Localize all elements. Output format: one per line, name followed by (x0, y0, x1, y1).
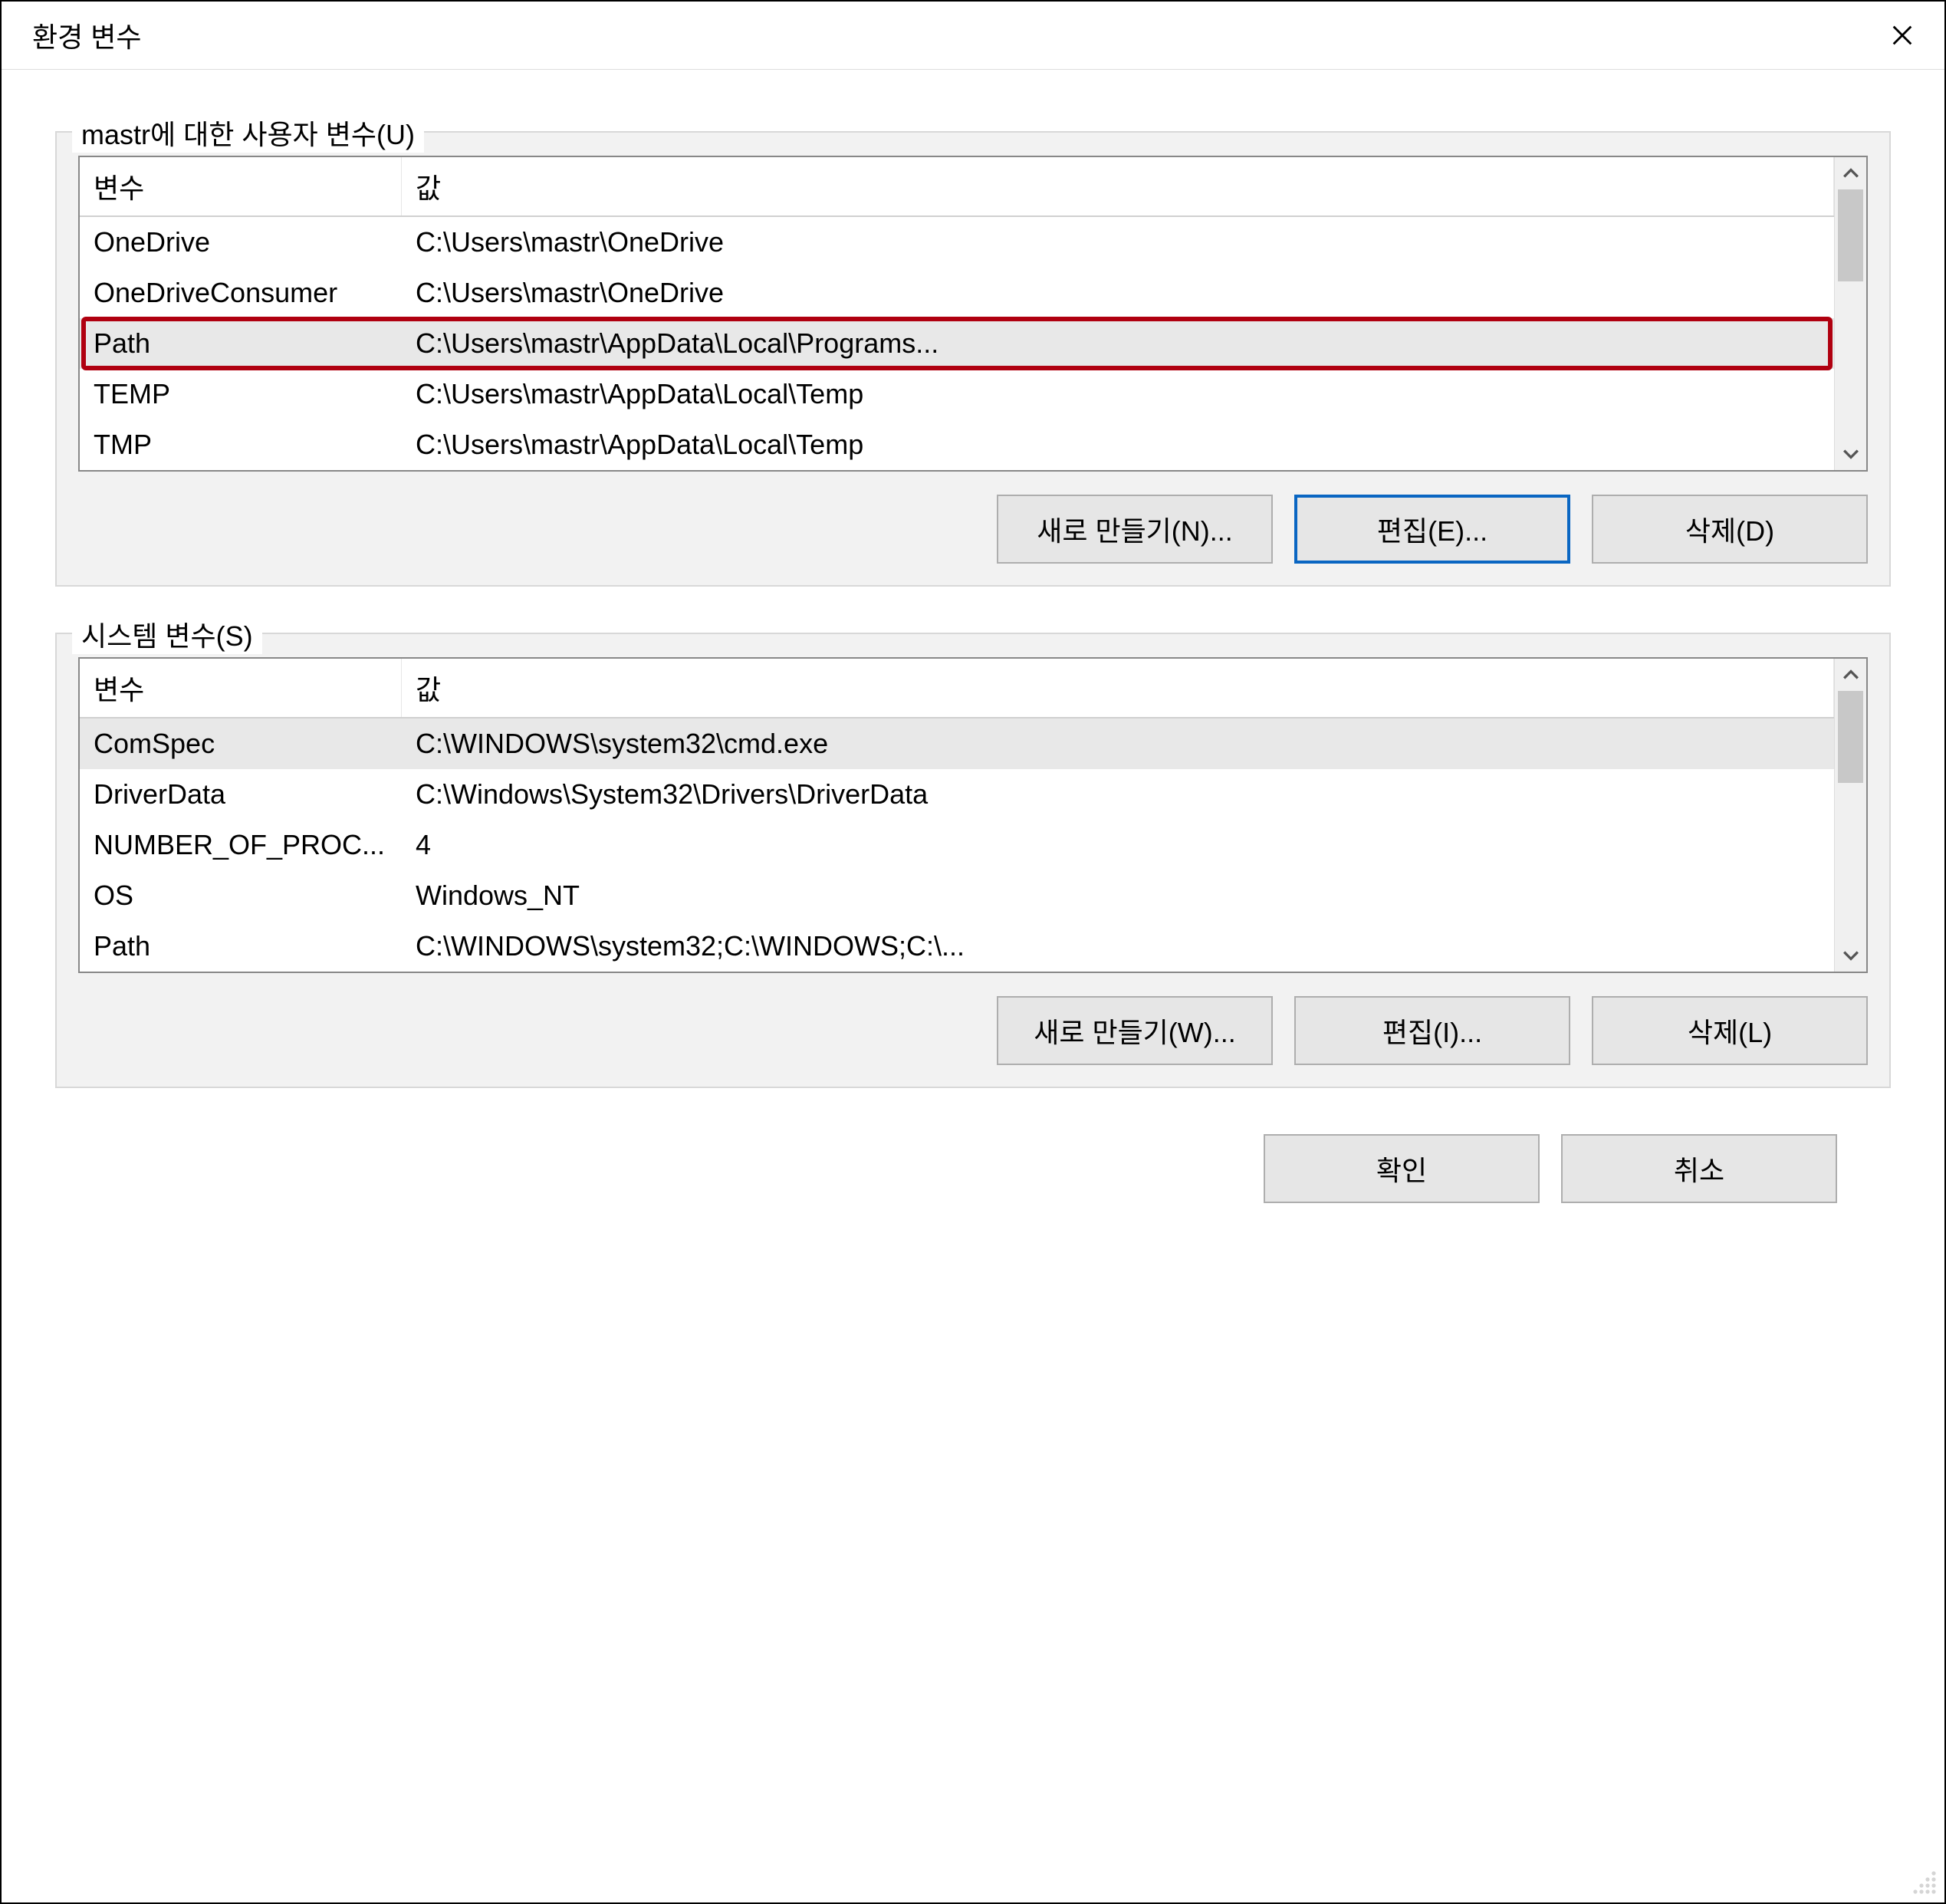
col-header-name[interactable]: 변수 (80, 157, 402, 215)
var-value: 4 (402, 820, 1834, 870)
table-row[interactable]: OS Windows_NT (80, 870, 1834, 921)
system-vars-listview[interactable]: 변수 값 ComSpec C:\WINDOWS\system32\cmd.exe… (78, 657, 1868, 973)
var-value: C:\Windows\System32\Drivers\DriverData (402, 769, 1834, 820)
table-row[interactable]: TMP C:\Users\mastr\AppData\Local\Temp (80, 419, 1834, 470)
cancel-button[interactable]: 취소 (1561, 1134, 1837, 1203)
var-value: Windows_NT (402, 870, 1834, 921)
var-value: C:\WINDOWS\system32;C:\WINDOWS;C:\... (402, 921, 1834, 972)
ok-button[interactable]: 확인 (1264, 1134, 1540, 1203)
system-vars-scrollbar[interactable] (1834, 659, 1866, 972)
titlebar: 환경 변수 (2, 2, 1944, 70)
var-value: C:\Users\mastr\AppData\Local\Temp (402, 369, 1834, 419)
var-value: C:\Users\mastr\OneDrive (402, 217, 1834, 268)
scroll-up-icon[interactable] (1835, 659, 1866, 691)
scroll-track[interactable] (1835, 189, 1866, 438)
system-delete-button[interactable]: 삭제(L) (1592, 996, 1868, 1065)
close-button[interactable] (1883, 16, 1921, 54)
var-value: C:\Users\mastr\AppData\Local\Programs... (402, 318, 1834, 369)
scroll-up-icon[interactable] (1835, 157, 1866, 189)
var-name: TEMP (80, 369, 402, 419)
col-header-name[interactable]: 변수 (80, 659, 402, 717)
var-name: TMP (80, 419, 402, 470)
system-vars-group-label: 시스템 변수(S) (72, 614, 262, 654)
close-icon (1889, 22, 1915, 48)
var-name: OneDriveConsumer (80, 268, 402, 318)
user-vars-group: mastr에 대한 사용자 변수(U) 변수 값 OneDrive C:\Use… (55, 131, 1891, 587)
col-header-value[interactable]: 값 (402, 659, 1834, 717)
var-name: Path (80, 318, 402, 369)
table-row[interactable]: Path C:\WINDOWS\system32;C:\WINDOWS;C:\.… (80, 921, 1834, 972)
env-vars-window: 환경 변수 mastr에 대한 사용자 변수(U) 변수 값 OneDrive … (0, 0, 1946, 1904)
table-row[interactable]: NUMBER_OF_PROC... 4 (80, 820, 1834, 870)
var-name: OS (80, 870, 402, 921)
user-vars-scrollbar[interactable] (1834, 157, 1866, 470)
var-name: NUMBER_OF_PROC... (80, 820, 402, 870)
var-name: ComSpec (80, 719, 402, 769)
var-name: Path (80, 921, 402, 972)
scroll-thumb[interactable] (1838, 189, 1863, 281)
user-vars-buttons: 새로 만들기(N)... 편집(E)... 삭제(D) (78, 495, 1868, 564)
user-new-button[interactable]: 새로 만들기(N)... (997, 495, 1273, 564)
resize-grip-icon[interactable] (1909, 1867, 1940, 1898)
scroll-thumb[interactable] (1838, 691, 1863, 783)
table-row[interactable]: ComSpec C:\WINDOWS\system32\cmd.exe (80, 719, 1834, 769)
user-vars-group-label: mastr에 대한 사용자 변수(U) (72, 113, 424, 153)
system-edit-button[interactable]: 편집(I)... (1294, 996, 1570, 1065)
user-vars-listview[interactable]: 변수 값 OneDrive C:\Users\mastr\OneDrive On… (78, 156, 1868, 472)
scroll-down-icon[interactable] (1835, 438, 1866, 470)
var-value: C:\Users\mastr\AppData\Local\Temp (402, 419, 1834, 470)
window-title: 환경 변수 (32, 15, 141, 55)
dialog-buttons: 확인 취소 (55, 1134, 1891, 1203)
system-new-button[interactable]: 새로 만들기(W)... (997, 996, 1273, 1065)
table-row[interactable]: OneDrive C:\Users\mastr\OneDrive (80, 217, 1834, 268)
user-vars-header: 변수 값 (80, 157, 1834, 217)
system-vars-buttons: 새로 만들기(W)... 편집(I)... 삭제(L) (78, 996, 1868, 1065)
var-name: DriverData (80, 769, 402, 820)
table-row-path[interactable]: Path C:\Users\mastr\AppData\Local\Progra… (80, 318, 1834, 369)
table-row[interactable]: OneDriveConsumer C:\Users\mastr\OneDrive (80, 268, 1834, 318)
system-vars-header: 변수 값 (80, 659, 1834, 719)
var-value: C:\WINDOWS\system32\cmd.exe (402, 719, 1834, 769)
table-row[interactable]: DriverData C:\Windows\System32\Drivers\D… (80, 769, 1834, 820)
table-row[interactable]: TEMP C:\Users\mastr\AppData\Local\Temp (80, 369, 1834, 419)
scroll-down-icon[interactable] (1835, 939, 1866, 972)
col-header-value[interactable]: 값 (402, 157, 1834, 215)
user-edit-button[interactable]: 편집(E)... (1294, 495, 1570, 564)
system-vars-group: 시스템 변수(S) 변수 값 ComSpec C:\WINDOWS\system… (55, 633, 1891, 1088)
user-delete-button[interactable]: 삭제(D) (1592, 495, 1868, 564)
var-name: OneDrive (80, 217, 402, 268)
content-area: mastr에 대한 사용자 변수(U) 변수 값 OneDrive C:\Use… (2, 70, 1944, 1226)
scroll-track[interactable] (1835, 691, 1866, 939)
var-value: C:\Users\mastr\OneDrive (402, 268, 1834, 318)
